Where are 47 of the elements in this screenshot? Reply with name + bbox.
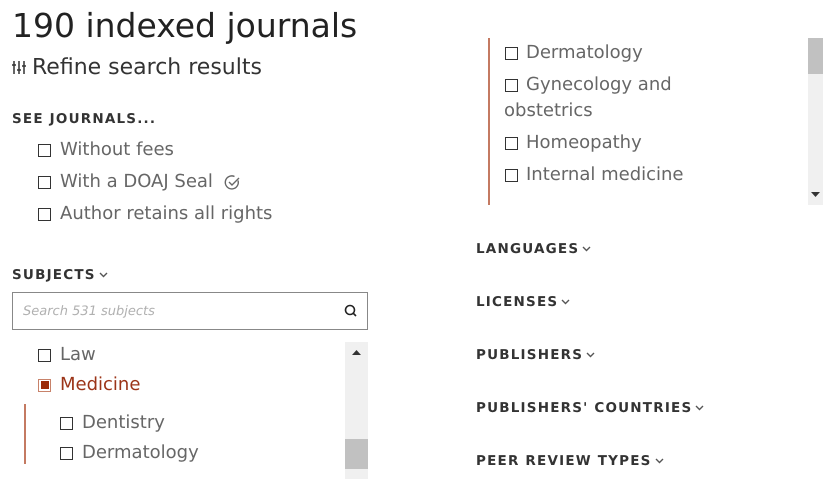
chevron-down-icon (582, 246, 592, 252)
page-title: 190 indexed journals (12, 9, 358, 43)
subject-label[interactable]: Dentistry (82, 412, 165, 434)
scrollbar[interactable] (808, 38, 823, 205)
section-toggle[interactable]: LANGUAGES (476, 241, 592, 257)
checkbox[interactable] (60, 446, 73, 460)
search-field[interactable]: Search 531 subjects (12, 292, 368, 330)
section-toggle[interactable]: PUBLISHERS (476, 347, 596, 363)
checkbox[interactable] (60, 416, 73, 430)
refine-heading: Refine search results (32, 55, 262, 80)
chevron-down-icon (654, 458, 664, 464)
sliders-icon (12, 61, 26, 74)
checkbox[interactable] (38, 348, 51, 362)
chevron-down-icon (586, 352, 596, 358)
subject-label[interactable]: Internal medicine (504, 162, 704, 188)
checkbox[interactable] (38, 176, 51, 188)
checkbox[interactable] (38, 378, 51, 392)
option-label: With a DOAJ Seal (60, 171, 213, 193)
checkbox[interactable] (505, 79, 518, 92)
chevron-down-icon (695, 405, 704, 411)
scrollbar-thumb[interactable] (808, 38, 823, 74)
checkbox[interactable] (38, 208, 51, 220)
checkbox[interactable] (505, 137, 518, 150)
check-circle-icon (224, 174, 241, 190)
scroll-down-icon[interactable] (811, 192, 820, 197)
section-toggle[interactable]: SUBJECTS (12, 267, 108, 283)
chevron-down-icon (561, 299, 570, 305)
subject-label[interactable]: Gynecology and obstetrics (504, 72, 704, 124)
scrollbar-thumb[interactable] (345, 439, 368, 469)
section-toggle[interactable]: LICENSES (476, 294, 570, 310)
section-heading: SEE JOURNALS... (12, 111, 156, 127)
checkbox[interactable] (38, 144, 51, 156)
section-toggle[interactable]: PEER REVIEW TYPES (476, 453, 664, 469)
subject-label[interactable]: Law (60, 344, 96, 366)
section-toggle[interactable]: PUBLISHERS' COUNTRIES (476, 400, 704, 416)
subject-label[interactable]: Homeopathy (504, 130, 704, 156)
option-label: Without fees (60, 139, 174, 161)
scrollbar[interactable] (345, 342, 368, 479)
option-label: Author retains all rights (60, 203, 272, 225)
subject-label[interactable]: Dermatology (504, 40, 704, 66)
scroll-up-icon[interactable] (352, 350, 361, 355)
checkbox[interactable] (505, 169, 518, 182)
subject-label[interactable]: Dermatology (82, 442, 199, 464)
chevron-down-icon (98, 272, 108, 278)
checkbox[interactable] (505, 47, 518, 60)
search-icon (344, 304, 357, 317)
subject-label[interactable]: Medicine (60, 374, 140, 396)
